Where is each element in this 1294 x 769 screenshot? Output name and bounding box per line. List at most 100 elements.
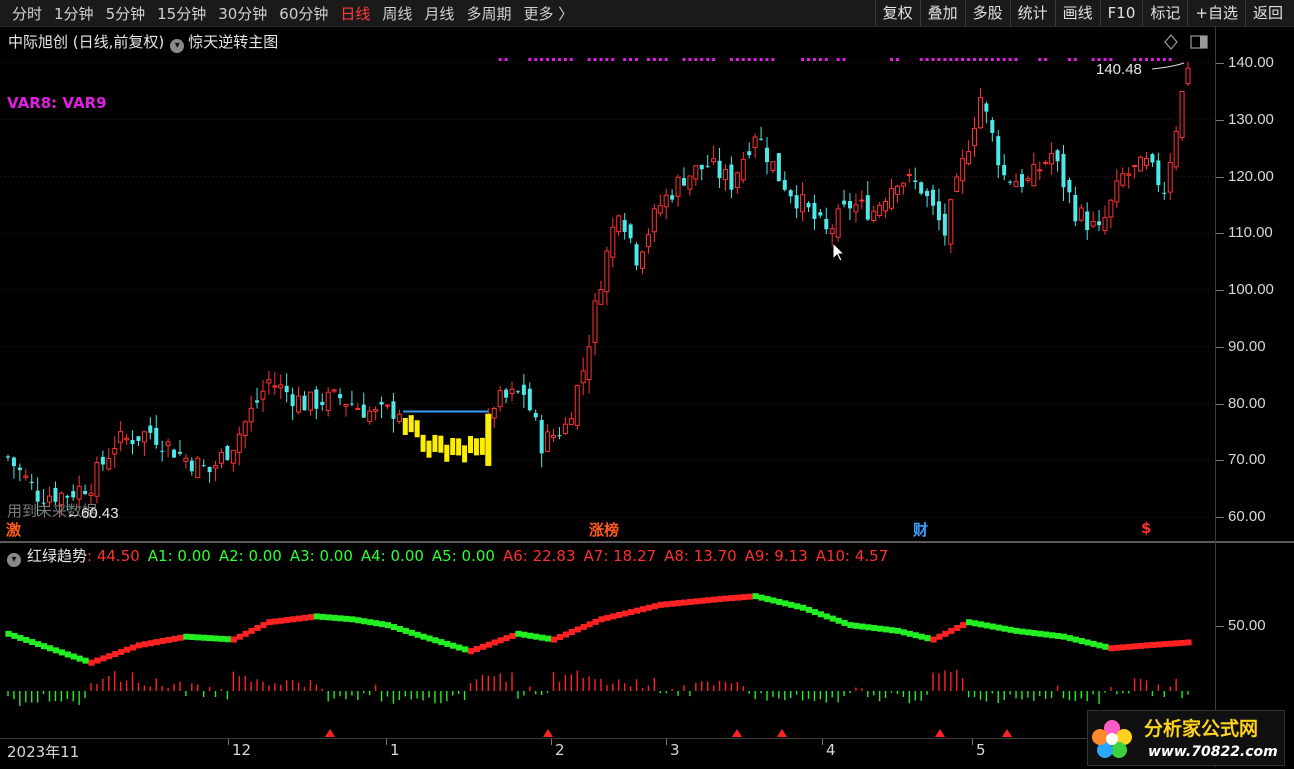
period-tab-0[interactable]: 分时 (6, 3, 48, 24)
trend-step (123, 646, 131, 653)
time-tick (551, 739, 552, 745)
candle-body (320, 401, 325, 406)
signal-dot (605, 58, 609, 61)
trend-step (414, 631, 421, 638)
yellow-bar (402, 417, 408, 435)
yellow-bar (414, 420, 420, 438)
period-tab-8[interactable]: 月线 (418, 3, 460, 24)
toolbar-button-3[interactable]: 统计 (1009, 0, 1055, 26)
trend-step (888, 627, 896, 634)
sub-chart-panel[interactable] (0, 543, 1215, 738)
signal-dot (611, 58, 615, 61)
trend-step (58, 649, 65, 656)
period-tab-2[interactable]: 5分钟 (100, 3, 152, 24)
trend-step (515, 630, 522, 637)
candle-body (1102, 217, 1108, 232)
candle-body (260, 390, 266, 400)
candle-body (848, 201, 853, 209)
signal-dot (546, 58, 550, 61)
period-tab-6[interactable]: 日线 (334, 3, 376, 24)
trend-step (604, 614, 611, 621)
trend-step (1161, 641, 1168, 648)
trend-step (971, 620, 979, 627)
trend-step (687, 598, 694, 605)
toolbar-button-2[interactable]: 多股 (964, 0, 1010, 26)
trend-step (675, 600, 682, 607)
toolbar-button-4[interactable]: 画线 (1054, 0, 1100, 26)
signal-dot (990, 58, 994, 61)
candle-body (996, 136, 1001, 166)
candle-body (379, 401, 384, 405)
period-tab-3[interactable]: 15分钟 (151, 3, 212, 24)
indicator-name[interactable]: 惊天逆转主图 (188, 33, 278, 51)
trend-step (764, 596, 771, 603)
period-tab-5[interactable]: 60分钟 (273, 3, 334, 24)
trend-step (46, 645, 54, 652)
candle-body (391, 401, 396, 419)
candle-body (106, 458, 112, 470)
trend-step (954, 625, 961, 631)
panel-toggle-icon[interactable] (1190, 35, 1208, 49)
event-marker-cai[interactable]: 财 (913, 519, 928, 540)
toolbar-button-0[interactable]: 复权 (874, 0, 920, 26)
toolbar-button-1[interactable]: 叠加 (919, 0, 965, 26)
trend-step (669, 600, 676, 607)
candle-body (586, 346, 592, 380)
candle-body (65, 495, 70, 498)
period-tab-1[interactable]: 1分钟 (48, 3, 100, 24)
signal-triangle (935, 729, 945, 737)
trend-step (248, 627, 255, 634)
yellow-bar (408, 415, 414, 433)
trend-step (1090, 640, 1097, 647)
signal-dot (895, 58, 899, 61)
trend-step (361, 618, 368, 625)
candle-body (284, 385, 289, 393)
trend-step (129, 644, 137, 651)
event-marker-zhangbang[interactable]: 涨榜 (589, 519, 619, 540)
trend-step (877, 625, 884, 632)
event-marker-dollar[interactable]: $ (1141, 519, 1151, 537)
trend-step (390, 624, 398, 631)
trend-step (983, 622, 990, 629)
period-tab-9[interactable]: 多周期 (460, 3, 517, 24)
candle-body (112, 447, 118, 455)
signal-dot (919, 58, 923, 61)
trend-step (461, 646, 469, 653)
trend-step (141, 641, 148, 648)
toolbar-button-7[interactable]: +自选 (1187, 0, 1245, 26)
yellow-bar (473, 438, 479, 456)
signal-dot (818, 58, 822, 61)
price-tick-mark (1216, 63, 1224, 64)
candle-body (942, 213, 947, 236)
candle-body (954, 176, 960, 192)
sub-indicator-name[interactable]: 红绿趋势 (27, 547, 87, 565)
indicator-dropdown-icon[interactable]: ▾ (170, 39, 185, 53)
candle-body (729, 164, 734, 190)
sub-indicator-dropdown-icon[interactable]: ▾ (7, 553, 21, 567)
period-tab-10[interactable]: 更多 〉 (517, 3, 579, 24)
signal-dot (765, 58, 769, 61)
toolbar-button-6[interactable]: 标记 (1142, 0, 1187, 26)
signal-dot (842, 58, 846, 61)
mouse-cursor-icon (832, 241, 846, 262)
trend-step (1137, 642, 1145, 649)
candle-body (557, 435, 562, 437)
candle-body (349, 403, 354, 405)
diamond-icon[interactable] (1164, 34, 1178, 50)
trend-step (260, 622, 267, 629)
candle-body (670, 195, 675, 200)
main-chart-panel[interactable] (0, 27, 1215, 542)
toolbar-button-5[interactable]: F10 (1099, 0, 1143, 26)
event-marker-ji[interactable]: 激 (6, 519, 21, 540)
candle-body (966, 151, 972, 165)
candlestick-chart[interactable] (0, 27, 1215, 542)
signal-dot (978, 58, 982, 61)
trend-chart[interactable] (0, 543, 1215, 738)
toolbar-button-8[interactable]: 返回 (1244, 0, 1290, 26)
period-tab-4[interactable]: 30分钟 (212, 3, 273, 24)
signal-dot (729, 58, 733, 61)
trend-step (153, 639, 160, 646)
period-tab-7[interactable]: 周线 (376, 3, 418, 24)
sub-value-8: A8: 13.70 (664, 547, 737, 565)
candle-body (628, 224, 633, 239)
